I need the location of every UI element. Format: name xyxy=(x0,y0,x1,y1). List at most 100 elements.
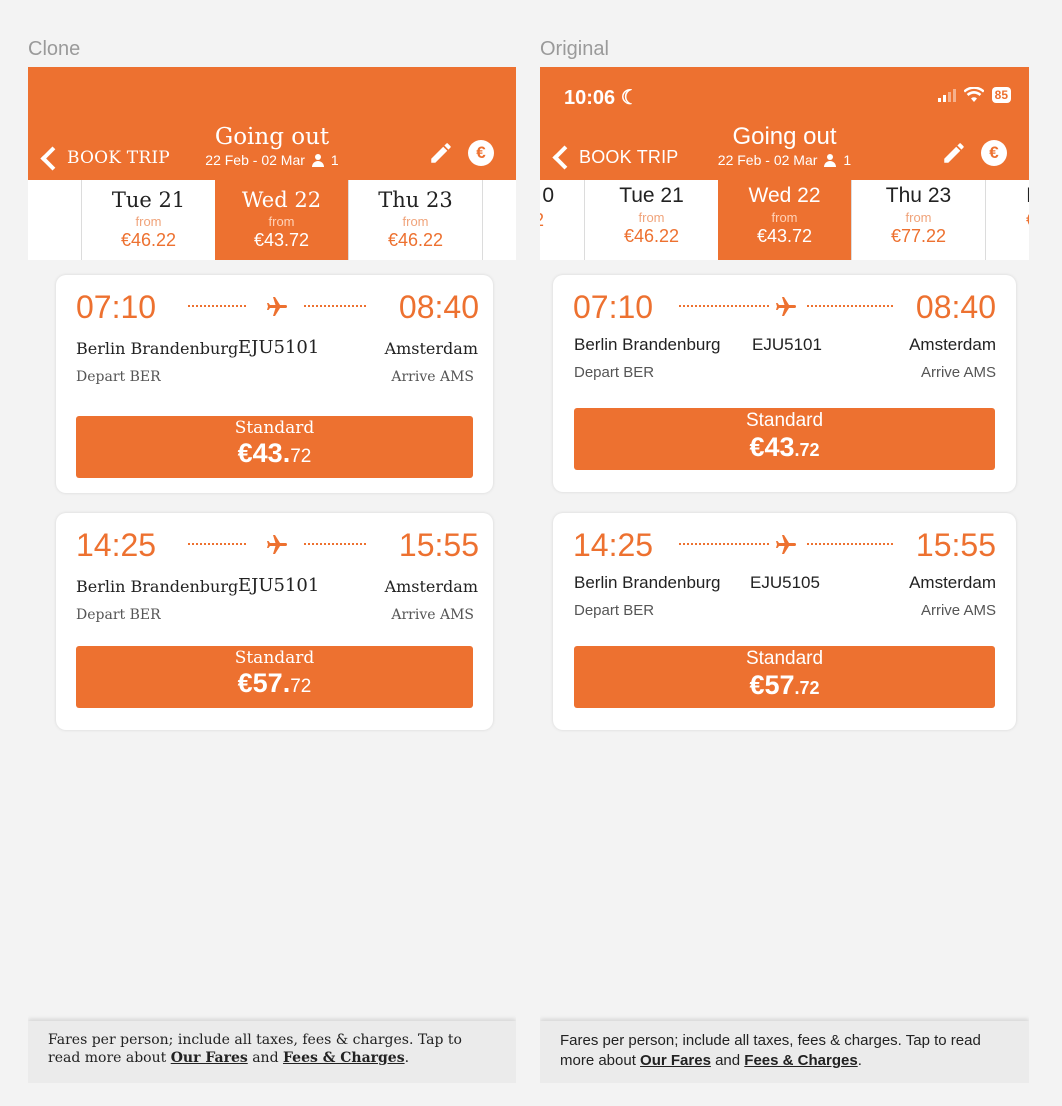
date-price: € xyxy=(986,210,1029,231)
status-time: 10:06 ☾ xyxy=(564,85,639,110)
status-bar: 10:06 ☾ 85 xyxy=(540,83,1029,111)
our-fares-link[interactable]: Our Fares xyxy=(640,1052,711,1069)
date-cell-wed[interactable]: Wed 22 from €43.72 xyxy=(718,180,851,260)
date-strip: 0 2 Tue 21 from €46.22 Wed 22 from €43.7… xyxy=(540,180,1029,260)
header-bar: 10:06 ☾ 85 BOOK TRIP Going out 22 Feb - … xyxy=(540,67,1029,180)
date-cell-partial[interactable]: I € xyxy=(985,180,1029,260)
date-price: €77.22 xyxy=(890,226,947,246)
status-time-text: 10:06 xyxy=(564,87,616,109)
destination-city: Amsterdam xyxy=(384,577,478,596)
fares-footer: Fares per person; include all taxes, fee… xyxy=(540,1021,1029,1083)
fees-charges-link[interactable]: Fees & Charges xyxy=(283,1050,405,1066)
date-cell-tue[interactable]: Tue 21 from €46.22 xyxy=(584,180,718,260)
airplane-icon xyxy=(267,535,287,554)
pencil-icon[interactable] xyxy=(428,140,454,166)
date-from: from xyxy=(771,210,798,225)
date-from: from xyxy=(905,210,932,225)
trip-subtitle: 22 Feb - 02 Mar 1 xyxy=(718,152,851,168)
date-price: €46.22 xyxy=(387,230,444,250)
flight-number: EJU5101 xyxy=(238,337,320,358)
fares-footer: Fares per person; include all taxes, fee… xyxy=(28,1021,516,1083)
route-line xyxy=(679,543,769,545)
date-day: 0 xyxy=(542,184,554,207)
date-price: €46.22 xyxy=(120,230,177,250)
origin-city: Berlin Brandenburg xyxy=(76,577,239,596)
date-from: from xyxy=(638,210,665,225)
arrive-airport: Arrive AMS xyxy=(391,607,474,623)
route-line xyxy=(807,305,893,307)
date-price: 2 xyxy=(540,210,584,231)
euro-icon[interactable]: € xyxy=(468,140,494,166)
flight-number: EJU5101 xyxy=(238,575,320,596)
route-line xyxy=(304,543,366,545)
original-screen: 10:06 ☾ 85 BOOK TRIP Going out 22 Feb - … xyxy=(540,67,1029,1083)
battery-icon: 85 xyxy=(991,87,1011,103)
depart-time: 07:10 xyxy=(573,289,654,325)
date-day: I xyxy=(1026,184,1029,207)
flight-card: 07:10 08:40 Berlin Brandenburg EJU5101 A… xyxy=(553,275,1016,492)
depart-airport: Depart BER xyxy=(76,369,161,385)
fare-price-main: €43 xyxy=(749,432,795,462)
date-day: Thu 23 xyxy=(378,188,453,212)
status-icons: 85 xyxy=(937,87,1011,103)
standard-fare-button[interactable]: Standard €57.72 xyxy=(574,646,995,708)
footer-period: . xyxy=(857,1052,862,1069)
pencil-icon[interactable] xyxy=(941,140,967,166)
fare-price: €43.72 xyxy=(76,438,473,473)
destination-city: Amsterdam xyxy=(909,573,996,592)
arrive-airport: Arrive AMS xyxy=(920,364,996,381)
depart-airport: Depart BER xyxy=(574,364,655,381)
euro-icon[interactable]: € xyxy=(981,140,1007,166)
moon-icon: ☾ xyxy=(620,87,639,109)
date-day: Wed 22 xyxy=(748,184,821,207)
person-icon xyxy=(311,154,325,167)
destination-city: Amsterdam xyxy=(909,335,996,354)
fare-price-main: €57. xyxy=(237,668,291,698)
person-icon xyxy=(823,154,837,167)
arrive-time: 15:55 xyxy=(398,527,479,563)
airplane-icon xyxy=(267,297,287,316)
depart-time: 14:25 xyxy=(76,527,157,563)
flight-number: EJU5105 xyxy=(750,573,820,592)
date-strip: Tue 21 from €46.22 Wed 22 from €43.72 Th… xyxy=(28,180,516,260)
fees-charges-link[interactable]: Fees & Charges xyxy=(744,1052,857,1069)
standard-fare-button[interactable]: Standard €57.72 xyxy=(76,646,473,708)
standard-fare-button[interactable]: Standard €43.72 xyxy=(574,408,995,470)
footer-and: and xyxy=(247,1050,283,1066)
date-cell-thu[interactable]: Thu 23 from €46.22 xyxy=(348,180,482,260)
date-from: from xyxy=(135,214,162,229)
date-price: €43.72 xyxy=(253,230,310,250)
fare-price: €57.72 xyxy=(574,670,995,705)
passenger-count: 1 xyxy=(330,152,339,168)
flight-card: 14:25 15:55 Berlin Brandenburg EJU5101 A… xyxy=(56,513,493,730)
fare-price: €43.72 xyxy=(574,432,995,467)
flight-card: 14:25 15:55 Berlin Brandenburg EJU5105 A… xyxy=(553,513,1016,730)
fare-price-main: €57 xyxy=(749,670,795,700)
date-cell-tue[interactable]: Tue 21 from €46.22 xyxy=(81,180,215,260)
standard-fare-button[interactable]: Standard €43.72 xyxy=(76,416,473,478)
trip-dates: 22 Feb - 02 Mar xyxy=(205,152,305,168)
flight-number: EJU5101 xyxy=(752,335,822,354)
trip-subtitle: 22 Feb - 02 Mar 1 xyxy=(205,152,338,168)
depart-time: 07:10 xyxy=(76,289,157,325)
date-cell-thu[interactable]: Thu 23 from €77.22 xyxy=(851,180,985,260)
date-cell-partial[interactable]: 0 2 xyxy=(540,180,584,260)
fare-price-cents: 72 xyxy=(290,676,312,697)
route-line xyxy=(304,305,366,307)
date-price: €43.72 xyxy=(756,226,813,246)
clone-panel-label: Clone xyxy=(28,38,81,60)
date-cell-wed[interactable]: Wed 22 from €43.72 xyxy=(215,180,348,260)
route-line xyxy=(807,543,893,545)
fare-name: Standard xyxy=(745,648,824,669)
date-from: from xyxy=(268,214,295,229)
arrive-airport: Arrive AMS xyxy=(920,602,996,619)
airplane-icon xyxy=(776,297,796,316)
route-line xyxy=(188,543,246,545)
fare-price-cents: 72 xyxy=(290,446,312,467)
header-bar: BOOK TRIP Going out 22 Feb - 02 Mar 1 € xyxy=(28,67,516,180)
flight-card: 07:10 08:40 Berlin Brandenburg EJU5101 A… xyxy=(56,275,493,493)
arrive-time: 08:40 xyxy=(398,289,479,325)
date-day: Thu 23 xyxy=(885,184,952,207)
our-fares-link[interactable]: Our Fares xyxy=(171,1050,248,1066)
footer-period: . xyxy=(404,1050,410,1066)
